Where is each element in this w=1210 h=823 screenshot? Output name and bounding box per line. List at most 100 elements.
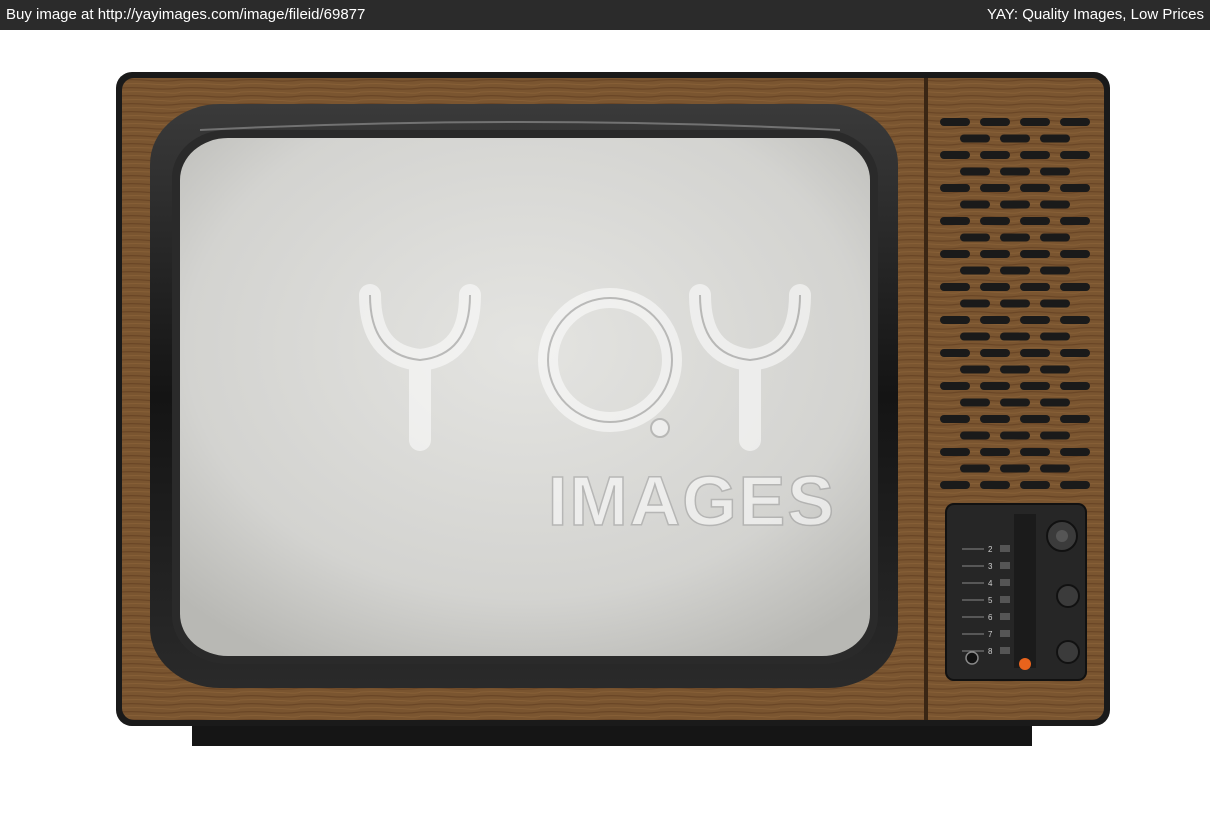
grille-slot xyxy=(1020,316,1050,324)
grille-slot xyxy=(1060,316,1090,324)
earphone-jack xyxy=(965,651,979,665)
grille-slot xyxy=(1000,464,1030,473)
grille-slot xyxy=(960,332,990,341)
channel-button xyxy=(1000,596,1010,603)
grille-slot xyxy=(980,250,1010,258)
grille-slot xyxy=(940,217,970,225)
grille-slot xyxy=(980,118,1010,126)
grille-slot xyxy=(940,349,970,357)
grille-slot xyxy=(980,184,1010,192)
grille-slot xyxy=(1020,349,1050,357)
grille-slot xyxy=(940,184,970,192)
grille-slot xyxy=(1020,415,1050,423)
grille-slot xyxy=(1000,431,1030,440)
grille-slot xyxy=(1040,167,1070,176)
buy-image-link[interactable]: Buy image at http://yayimages.com/image/… xyxy=(6,6,365,23)
channel-button xyxy=(1000,562,1010,569)
grille-slot xyxy=(960,299,990,308)
grille-slot xyxy=(1040,332,1070,341)
grille-slot xyxy=(1040,266,1070,275)
grille-slot xyxy=(960,233,990,242)
grille-slot xyxy=(980,382,1010,390)
channel-label: 4 xyxy=(988,579,993,588)
grille-slot xyxy=(1020,448,1050,456)
grille-slot xyxy=(940,316,970,324)
grille-slot xyxy=(940,118,970,126)
grille-slot xyxy=(1020,250,1050,258)
tv-photo: 2 3 4 5 6 7 8 IMAGES xyxy=(116,72,1110,746)
grille-slot xyxy=(1020,118,1050,126)
grille-slot xyxy=(1040,464,1070,473)
channel-button xyxy=(1000,647,1010,654)
grille-slot xyxy=(1060,283,1090,291)
grille-slot xyxy=(960,200,990,209)
grille-slot xyxy=(1000,365,1030,374)
grille-slot xyxy=(940,250,970,258)
grille-slot xyxy=(1060,481,1090,489)
grille-slot xyxy=(960,167,990,176)
grille-slot xyxy=(960,365,990,374)
photo-area: 2 3 4 5 6 7 8 IMAGES xyxy=(0,30,1210,818)
grille-slot xyxy=(1040,134,1070,143)
grille-slot xyxy=(960,266,990,275)
grille-slot xyxy=(1020,481,1050,489)
grille-slot xyxy=(980,448,1010,456)
grille-slot xyxy=(1000,134,1030,143)
grille-slot xyxy=(1000,299,1030,308)
grille-slot xyxy=(1060,217,1090,225)
grille-slot xyxy=(1040,233,1070,242)
tv-screen xyxy=(180,138,870,656)
grille-slot xyxy=(1020,283,1050,291)
grille-slot xyxy=(1000,266,1030,275)
channel-button xyxy=(1000,579,1010,586)
grille-slot xyxy=(1000,233,1030,242)
grille-slot xyxy=(1020,151,1050,159)
grille-slot xyxy=(980,217,1010,225)
grille-slot xyxy=(940,448,970,456)
channel-button xyxy=(1000,545,1010,552)
grille-slot xyxy=(960,464,990,473)
grille-slot xyxy=(1060,349,1090,357)
tagline: YAY: Quality Images, Low Prices xyxy=(986,6,1204,23)
grille-slot xyxy=(1060,382,1090,390)
grille-slot xyxy=(960,134,990,143)
grille-slot xyxy=(1060,151,1090,159)
channel-label: 8 xyxy=(988,647,993,656)
grille-slot xyxy=(980,481,1010,489)
grille-slot xyxy=(960,431,990,440)
channel-label: 7 xyxy=(988,630,993,639)
top-bar: Buy image at http://yayimages.com/image/… xyxy=(0,0,1210,30)
channel-label: 3 xyxy=(988,562,993,571)
grille-slot xyxy=(940,151,970,159)
grille-slot xyxy=(980,349,1010,357)
grille-slot xyxy=(1000,167,1030,176)
grille-slot xyxy=(1000,332,1030,341)
channel-button xyxy=(1000,613,1010,620)
grille-slot xyxy=(980,283,1010,291)
brightness-knob xyxy=(1056,584,1080,608)
watermark-text: IMAGES xyxy=(548,462,836,540)
grille-slot xyxy=(980,316,1010,324)
grille-slot xyxy=(1000,398,1030,407)
grille-slot xyxy=(1060,118,1090,126)
grille-slot xyxy=(1060,184,1090,192)
grille-slot xyxy=(1040,365,1070,374)
grille-slot xyxy=(980,415,1010,423)
grille-slot xyxy=(1040,431,1070,440)
grille-slot xyxy=(940,382,970,390)
grille-slot xyxy=(1040,299,1070,308)
channel-label: 2 xyxy=(988,545,993,554)
power-indicator xyxy=(1019,658,1031,670)
grille-slot xyxy=(940,283,970,291)
grille-slot xyxy=(1060,250,1090,258)
grille-slot xyxy=(940,481,970,489)
channel-label: 6 xyxy=(988,613,993,622)
grille-slot xyxy=(960,398,990,407)
grille-slot xyxy=(1020,217,1050,225)
contrast-knob xyxy=(1056,640,1080,664)
speaker-grille xyxy=(940,118,1090,489)
grille-slot xyxy=(1040,398,1070,407)
grille-slot xyxy=(1000,200,1030,209)
channel-label: 5 xyxy=(988,596,993,605)
grille-slot xyxy=(1020,382,1050,390)
